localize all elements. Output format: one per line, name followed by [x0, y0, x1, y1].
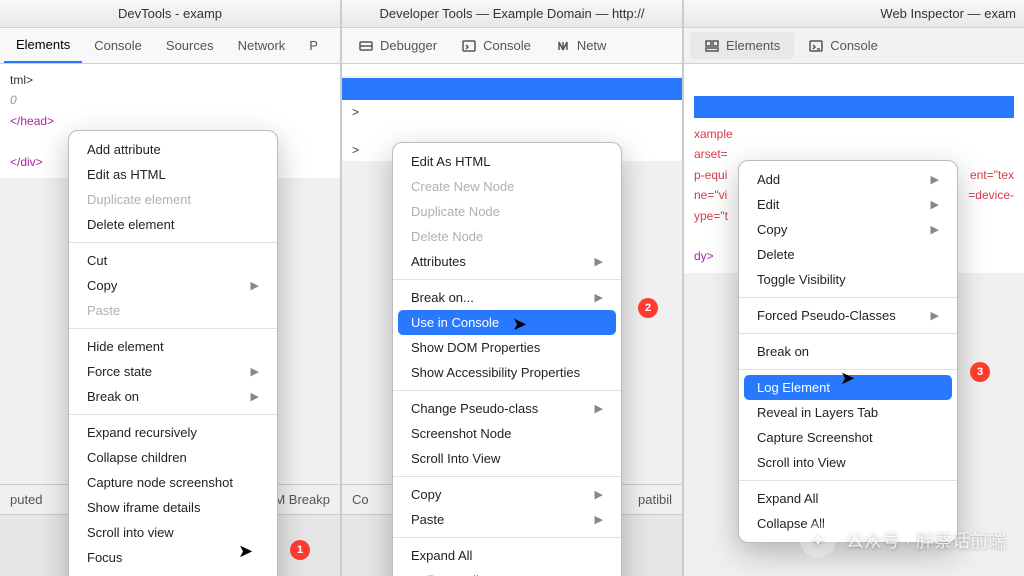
annotation-badge-3: 3: [970, 362, 990, 382]
menu-pseudo[interactable]: Change Pseudo-class▶: [393, 396, 621, 421]
menu-paste[interactable]: Paste▶: [393, 507, 621, 532]
tab-bar: Debugger Console Netw: [342, 28, 682, 64]
menu-reveal-layers[interactable]: Reveal in Layers Tab: [739, 400, 957, 425]
tab-debugger[interactable]: Debugger: [346, 28, 449, 63]
elements-icon: [704, 38, 720, 54]
annotation-badge-1: 1: [290, 540, 310, 560]
tab-console[interactable]: Console: [82, 28, 154, 63]
debugger-icon: [358, 38, 374, 54]
menu-paste: Paste: [69, 298, 277, 323]
menu-scroll[interactable]: Scroll into View: [739, 450, 957, 475]
menu-toggle-visibility[interactable]: Toggle Visibility: [739, 267, 957, 292]
context-menu: Add attribute Edit as HTML Duplicate ele…: [68, 130, 278, 576]
menu-hide[interactable]: Hide element: [69, 334, 277, 359]
menu-collapse[interactable]: Collapse children: [69, 445, 277, 470]
menu-delete-node: Delete Node: [393, 224, 621, 249]
menu-break-on[interactable]: Break on▶: [69, 384, 277, 409]
menu-expand-all[interactable]: Expand All: [739, 486, 957, 511]
tab-console[interactable]: Console: [796, 28, 890, 63]
menu-duplicate: Duplicate element: [69, 187, 277, 212]
menu-copy[interactable]: Copy▶: [69, 273, 277, 298]
chevron-right-icon: ▶: [595, 255, 603, 268]
window-title: Developer Tools — Example Domain — http:…: [342, 0, 682, 28]
window-title: Web Inspector — exam: [684, 0, 1024, 28]
tab-network[interactable]: Netw: [543, 28, 619, 63]
menu-show-a11y[interactable]: Show Accessibility Properties: [393, 360, 621, 385]
chevron-right-icon: ▶: [251, 365, 259, 378]
menu-break-on[interactable]: Break on...▶: [393, 285, 621, 310]
menu-capture[interactable]: Capture node screenshot: [69, 470, 277, 495]
menu-copy[interactable]: Copy▶: [393, 482, 621, 507]
tab-elements[interactable]: Elements: [4, 28, 82, 63]
chevron-right-icon: ▶: [595, 513, 603, 526]
tab-bar: Elements Console: [684, 28, 1024, 64]
annotation-badge-2: 2: [638, 298, 658, 318]
chevron-right-icon: ▶: [931, 173, 939, 186]
tab-network[interactable]: Network: [226, 28, 298, 63]
menu-add[interactable]: Add▶: [739, 167, 957, 192]
menu-delete[interactable]: Delete: [739, 242, 957, 267]
console-icon: [461, 38, 477, 54]
menu-use-in-console[interactable]: Use in Console: [398, 310, 616, 335]
chevron-right-icon: ▶: [251, 279, 259, 292]
network-icon: [555, 38, 571, 54]
menu-iframe[interactable]: Show iframe details: [69, 495, 277, 520]
selected-node-highlight: [342, 78, 682, 100]
menu-create-node: Create New Node: [393, 174, 621, 199]
chevron-right-icon: ▶: [251, 390, 259, 403]
menu-badge[interactable]: Badge settings...: [69, 570, 277, 576]
cursor-icon: ➤: [238, 541, 253, 562]
menu-scroll[interactable]: Scroll Into View: [393, 446, 621, 471]
chevron-right-icon: ▶: [595, 402, 603, 415]
tab-console[interactable]: Console: [449, 28, 543, 63]
safari-inspector-panel: Web Inspector — exam Elements Console xa…: [684, 0, 1024, 576]
chevron-right-icon: ▶: [595, 488, 603, 501]
menu-attributes[interactable]: Attributes▶: [393, 249, 621, 274]
cursor-icon: ➤: [512, 314, 527, 335]
menu-copy[interactable]: Copy▶: [739, 217, 957, 242]
chevron-right-icon: ▶: [931, 309, 939, 322]
menu-show-dom[interactable]: Show DOM Properties: [393, 335, 621, 360]
menu-screenshot[interactable]: Screenshot Node: [393, 421, 621, 446]
tab-bar: Elements Console Sources Network P: [0, 28, 340, 64]
context-menu: Add▶ Edit▶ Copy▶ Delete Toggle Visibilit…: [738, 160, 958, 543]
menu-force-state[interactable]: Force state▶: [69, 359, 277, 384]
wechat-icon: ✦: [800, 522, 836, 558]
menu-capture-screenshot[interactable]: Capture Screenshot: [739, 425, 957, 450]
menu-edit[interactable]: Edit▶: [739, 192, 957, 217]
menu-edit-html[interactable]: Edit as HTML: [69, 162, 277, 187]
chevron-right-icon: ▶: [931, 198, 939, 211]
tab-elements[interactable]: Elements: [690, 32, 794, 59]
menu-delete[interactable]: Delete element: [69, 212, 277, 237]
menu-cut[interactable]: Cut: [69, 248, 277, 273]
tab-sources[interactable]: Sources: [154, 28, 226, 63]
menu-forced-pseudo[interactable]: Forced Pseudo-Classes▶: [739, 303, 957, 328]
window-title: DevTools - examp: [0, 0, 340, 28]
menu-duplicate-node: Duplicate Node: [393, 199, 621, 224]
menu-add-attribute[interactable]: Add attribute: [69, 137, 277, 162]
selected-node-highlight: [694, 96, 1014, 118]
menu-break-on[interactable]: Break on: [739, 339, 957, 364]
firefox-devtools-panel: Developer Tools — Example Domain — http:…: [342, 0, 684, 576]
menu-expand[interactable]: Expand recursively: [69, 420, 277, 445]
chrome-devtools-panel: DevTools - examp Elements Console Source…: [0, 0, 342, 576]
console-icon: [808, 38, 824, 54]
cursor-icon: ➤: [840, 368, 855, 389]
tab-more[interactable]: P: [297, 28, 330, 63]
menu-edit-html[interactable]: Edit As HTML: [393, 149, 621, 174]
chevron-right-icon: ▶: [595, 291, 603, 304]
menu-collapse-all[interactable]: Collapse All: [393, 568, 621, 576]
chevron-right-icon: ▶: [931, 223, 939, 236]
context-menu: Edit As HTML Create New Node Duplicate N…: [392, 142, 622, 576]
watermark: ✦ 公众号 · 胖蔡话前端: [800, 522, 1006, 558]
menu-expand-all[interactable]: Expand All: [393, 543, 621, 568]
